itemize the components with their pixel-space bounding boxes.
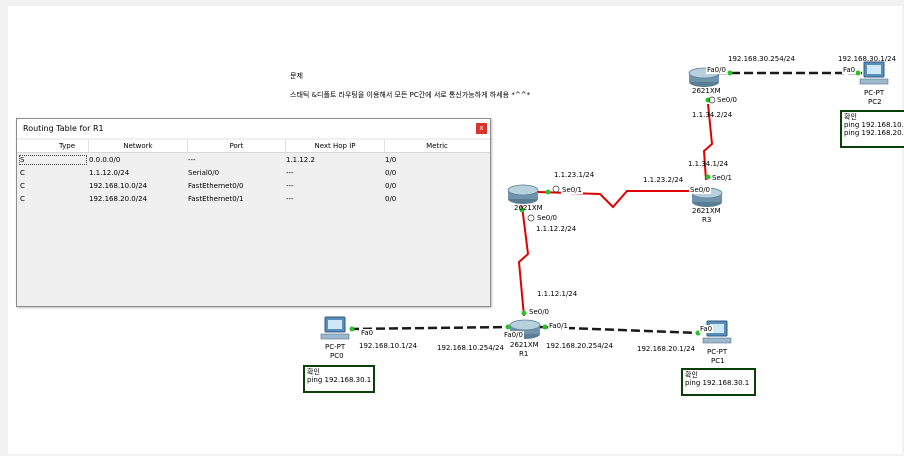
pc2-name-label: PC2: [868, 98, 882, 106]
column-header-port[interactable]: Port: [188, 142, 285, 150]
link-up-indicator: [349, 326, 355, 332]
column-header-network[interactable]: Network: [89, 142, 187, 150]
router-r2-icon[interactable]: [507, 184, 539, 204]
table-row[interactable]: S 0.0.0.0/0 --- 1.1.12.2 1/0: [17, 155, 490, 165]
table-row[interactable]: C 1.1.12.0/24 Serial0/0 --- 0/0: [17, 168, 490, 178]
link-up-indicator: [521, 310, 527, 316]
cell-type: C: [20, 195, 25, 203]
note-line: ping 192.168.30.1: [307, 376, 372, 384]
cell-network: 192.168.10.0/24: [89, 182, 148, 190]
pc0-ip-label: 192.168.10.1/24: [359, 342, 418, 350]
pc0-note[interactable]: 확인 ping 192.168.30.1: [303, 365, 375, 393]
cell-network: 0.0.0.0/0: [89, 156, 121, 164]
pc0-fa0-label: Fa0: [360, 329, 375, 337]
r3-se00-label: Se0/0: [689, 186, 712, 194]
r1-name-label: R1: [519, 350, 529, 358]
r3-se01-ip-label: 1.1.34.1/24: [688, 160, 729, 168]
note-title: 확인: [685, 371, 698, 379]
r2-se00-label: Se0/0: [536, 214, 559, 222]
pc0-model-label: PC-PT: [325, 343, 346, 351]
note-title: 확인: [844, 113, 857, 121]
r4-fa00-label: Fa0/0: [706, 66, 727, 74]
link-up-indicator: [727, 70, 733, 76]
pc2-note[interactable]: 확인 ping 192.168.10.1 ping 192.168.20.1: [840, 110, 904, 148]
column-header-next-hop[interactable]: Next Hop IP: [286, 142, 384, 150]
cell-type: S: [19, 155, 87, 165]
link-up-indicator: [705, 174, 711, 180]
r2-se01-ip-label: 1.1.23.1/24: [554, 171, 595, 179]
cell-metric: 0/0: [385, 169, 397, 177]
cell-type: C: [20, 182, 25, 190]
r1-fa01-ip-label: 192.168.20.254/24: [546, 342, 613, 350]
r3-model-label: 2621XM: [692, 207, 721, 215]
r2-se00-ip-label: 1.1.12.2/24: [536, 225, 577, 233]
cell-metric: 1/0: [385, 156, 397, 164]
r4-model-label: 2621XM: [692, 87, 721, 95]
pc2-model-label: PC-PT: [864, 89, 885, 97]
note-line: ping 192.168.10.1: [844, 121, 904, 129]
r1-fa00-label: Fa0/0: [503, 331, 524, 339]
cell-network: 192.168.20.0/24: [89, 195, 148, 203]
routing-table: Type Network Port Next Hop IP Metric S 0…: [17, 140, 490, 305]
cell-port: FastEthernet0/1: [188, 195, 244, 203]
pc1-fa0-label: Fa0: [699, 325, 714, 333]
pc1-note[interactable]: 확인 ping 192.168.30.1: [681, 368, 756, 396]
note-title: 확인: [307, 368, 320, 376]
note-line: ping 192.168.20.1: [844, 129, 904, 137]
problem-title: 문제: [290, 72, 303, 80]
r1-se00-label: Se0/0: [528, 308, 551, 316]
cell-next-hop: 1.1.12.2: [286, 156, 315, 164]
column-header-metric[interactable]: Metric: [385, 142, 489, 150]
cell-port: Serial0/0: [188, 169, 220, 177]
routing-table-window[interactable]: Routing Table for R1 x Type Network Port…: [16, 118, 491, 307]
r3-se01-label: Se0/1: [711, 174, 734, 182]
r3-name-label: R3: [702, 216, 712, 224]
table-row[interactable]: C 192.168.10.0/24 FastEthernet0/0 --- 0/…: [17, 181, 490, 191]
r1-fa01-label: Fa0/1: [548, 322, 569, 330]
pc1-ip-label: 192.168.20.1/24: [637, 345, 696, 353]
pc2-fa0-label: Fa0: [842, 66, 857, 74]
table-header: Type Network Port Next Hop IP Metric: [17, 140, 490, 153]
cell-type: C: [20, 169, 25, 177]
pc0-icon[interactable]: [320, 316, 350, 340]
window-title: Routing Table for R1: [23, 124, 104, 133]
pc2-icon[interactable]: [859, 61, 889, 85]
problem-text: 스태틱 &디폴트 라우팅을 이용해서 모든 PC간에 서로 통신가능하게 하세용…: [290, 91, 531, 99]
cell-network: 1.1.12.0/24: [89, 169, 130, 177]
r4-fa00-ip-label: 192.168.30.254/24: [728, 55, 795, 63]
r2-model-label: 2621XM: [514, 204, 543, 212]
cell-metric: 0/0: [385, 182, 397, 190]
window-titlebar[interactable]: Routing Table for R1 x: [17, 119, 490, 138]
cell-next-hop: ---: [286, 195, 294, 203]
cell-next-hop: ---: [286, 169, 294, 177]
cell-metric: 0/0: [385, 195, 397, 203]
r1-fa00-ip-label: 192.168.10.254/24: [437, 344, 504, 352]
r1-se00-ip-label: 1.1.12.1/24: [537, 290, 578, 298]
r1-model-label: 2621XM: [510, 341, 539, 349]
pc1-name-label: PC1: [711, 357, 725, 365]
link-r1-r2[interactable]: [517, 205, 530, 317]
cell-port: FastEthernet0/0: [188, 182, 244, 190]
pc1-model-label: PC-PT: [707, 348, 728, 356]
link-up-indicator: [855, 70, 861, 76]
r3-se00-ip-label: 1.1.23.2/24: [643, 176, 684, 184]
r4-se00-label: Se0/0: [716, 96, 739, 104]
clock-icon: [552, 185, 560, 193]
cell-port: ---: [188, 156, 196, 164]
pc2-ip-label: 192.168.30.1/24: [838, 55, 897, 63]
table-row[interactable]: C 192.168.20.0/24 FastEthernet0/1 --- 0/…: [17, 194, 490, 204]
link-up-indicator: [545, 189, 551, 195]
r2-se01-label: Se0/1: [561, 186, 584, 194]
cell-next-hop: ---: [286, 182, 294, 190]
link-up-indicator: [542, 324, 548, 330]
pc0-name-label: PC0: [330, 352, 344, 360]
clock-icon: [527, 214, 535, 222]
note-line: ping 192.168.30.1: [685, 379, 750, 387]
r4-se00-ip-label: 1.1.34.2/24: [692, 111, 733, 119]
close-button[interactable]: x: [476, 123, 487, 134]
